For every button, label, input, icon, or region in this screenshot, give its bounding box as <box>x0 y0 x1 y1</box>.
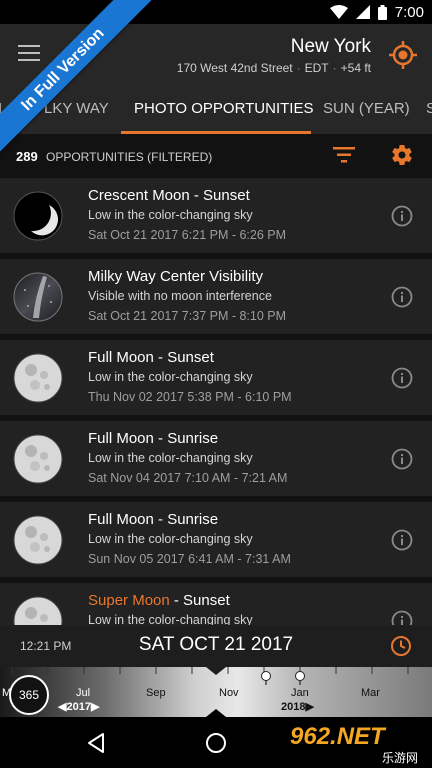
target-icon[interactable] <box>388 40 418 70</box>
navigation-bar: 962.NET 乐游网 <box>0 717 432 768</box>
info-icon[interactable] <box>391 529 413 551</box>
list-item[interactable]: Super Moon - Sunset Low in the color-cha… <box>0 583 432 625</box>
item-description: Low in the color-changing sky <box>88 370 253 384</box>
info-icon[interactable] <box>391 367 413 389</box>
event-marker-icon[interactable] <box>261 671 271 685</box>
gear-icon[interactable] <box>390 143 414 167</box>
tab-sun-year[interactable]: SUN (YEAR) <box>323 86 410 134</box>
opportunities-label: OPPORTUNITIES (FILTERED) <box>46 150 213 164</box>
item-title-rest: - Sunset <box>169 592 230 609</box>
watermark-main: 962.NET <box>290 723 385 750</box>
timeline-year-left[interactable]: ◀2017▶ <box>58 700 99 713</box>
timeline-month: Jul <box>76 687 91 699</box>
item-time: Thu Nov 02 2017 5:38 PM - 6:10 PM <box>88 390 292 404</box>
full-moon-thumbnail <box>13 434 63 484</box>
back-icon[interactable] <box>86 732 106 754</box>
item-title: Milky Way Center Visibility <box>88 268 264 285</box>
location-timezone: EDT <box>304 61 329 75</box>
event-marker-icon[interactable] <box>295 671 305 685</box>
list-item[interactable]: Full Moon - Sunset Low in the color-chan… <box>0 340 432 418</box>
item-description: Low in the color-changing sky <box>88 613 253 625</box>
list-item[interactable]: Crescent Moon - Sunset Low in the color-… <box>0 178 432 256</box>
location-elevation: +54 ft <box>340 61 371 75</box>
timeline-pointer-top <box>206 667 226 675</box>
full-moon-thumbnail <box>13 515 63 565</box>
item-title: Full Moon - Sunrise <box>88 430 219 447</box>
location-title[interactable]: New York <box>291 36 371 58</box>
clock-icon[interactable] <box>390 635 412 657</box>
year-right-text: 2018 <box>281 701 306 713</box>
timeline-month: Jan <box>291 687 309 699</box>
full-moon-thumbnail <box>13 596 63 625</box>
full-moon-thumbnail <box>13 353 63 403</box>
super-moon-highlight: Super Moon <box>88 592 170 609</box>
timeline-pointer-bottom <box>206 709 226 717</box>
item-description: Low in the color-changing sky <box>88 532 253 546</box>
opportunities-list: Crescent Moon - Sunset Low in the color-… <box>0 178 432 625</box>
filter-bar: 289 OPPORTUNITIES (FILTERED) <box>0 134 432 178</box>
tab-next-partial[interactable]: S <box>426 86 432 134</box>
year-left-text: 2017 <box>66 701 91 713</box>
item-description: Visible with no moon interference <box>88 289 272 303</box>
crescent-moon-thumbnail <box>13 191 63 241</box>
status-time: 7:00 <box>394 3 424 21</box>
filter-icon[interactable] <box>333 146 355 164</box>
item-title: Full Moon - Sunrise <box>88 511 219 528</box>
info-icon[interactable] <box>391 286 413 308</box>
item-time: Sat Oct 21 2017 6:21 PM - 6:26 PM <box>88 228 287 242</box>
timeline-month: Nov <box>219 687 239 699</box>
watermark-sub: 乐游网 <box>382 751 419 765</box>
status-bar: 7:00 <box>0 0 432 24</box>
info-icon[interactable] <box>391 610 413 625</box>
signal-icon <box>355 5 370 19</box>
item-description: Low in the color-changing sky <box>88 208 253 222</box>
location-address: 170 West 42nd Street <box>176 61 293 75</box>
list-item[interactable]: Full Moon - Sunrise Low in the color-cha… <box>0 421 432 499</box>
milky-way-thumbnail <box>13 272 63 322</box>
timeline-month: Mar <box>361 687 380 699</box>
timeline-month: Sep <box>146 687 166 699</box>
opportunities-count: 289 <box>16 149 38 164</box>
item-title: Super Moon - Sunset <box>88 592 230 609</box>
time-bar: 12:21 PM SAT OCT 21 2017 <box>0 625 432 667</box>
tab-photo-opportunities[interactable]: PHOTO OPPORTUNITIES <box>134 86 313 134</box>
tab-bar: I LKY WAY PHOTO OPPORTUNITIES SUN (YEAR)… <box>0 86 432 134</box>
home-icon[interactable] <box>206 733 226 753</box>
battery-icon <box>377 4 387 20</box>
watermark-logo: 962.NET 乐游网 <box>290 723 430 765</box>
item-title: Full Moon - Sunset <box>88 349 214 366</box>
timeline-scrubber[interactable]: 365 M Jul Sep Nov Jan Mar ◀2017▶ 2018▶ <box>0 667 432 717</box>
info-icon[interactable] <box>391 205 413 227</box>
current-date[interactable]: SAT OCT 21 2017 <box>0 634 432 656</box>
info-icon[interactable] <box>391 448 413 470</box>
list-item[interactable]: Milky Way Center Visibility Visible with… <box>0 259 432 337</box>
item-time: Sat Oct 21 2017 7:37 PM - 8:10 PM <box>88 309 287 323</box>
item-time: Sat Nov 04 2017 7:10 AM - 7:21 AM <box>88 471 288 485</box>
timeline-year-right[interactable]: 2018▶ <box>281 700 314 713</box>
hamburger-icon[interactable] <box>18 45 40 63</box>
item-description: Low in the color-changing sky <box>88 451 253 465</box>
item-title: Crescent Moon - Sunset <box>88 187 250 204</box>
days-range-badge[interactable]: 365 <box>9 675 49 715</box>
item-time: Sun Nov 05 2017 6:41 AM - 7:31 AM <box>88 552 291 566</box>
location-subtitle[interactable]: 170 West 42nd Street · EDT · +54 ft <box>177 61 371 75</box>
list-item[interactable]: Full Moon - Sunrise Low in the color-cha… <box>0 502 432 580</box>
wifi-icon <box>329 5 348 19</box>
